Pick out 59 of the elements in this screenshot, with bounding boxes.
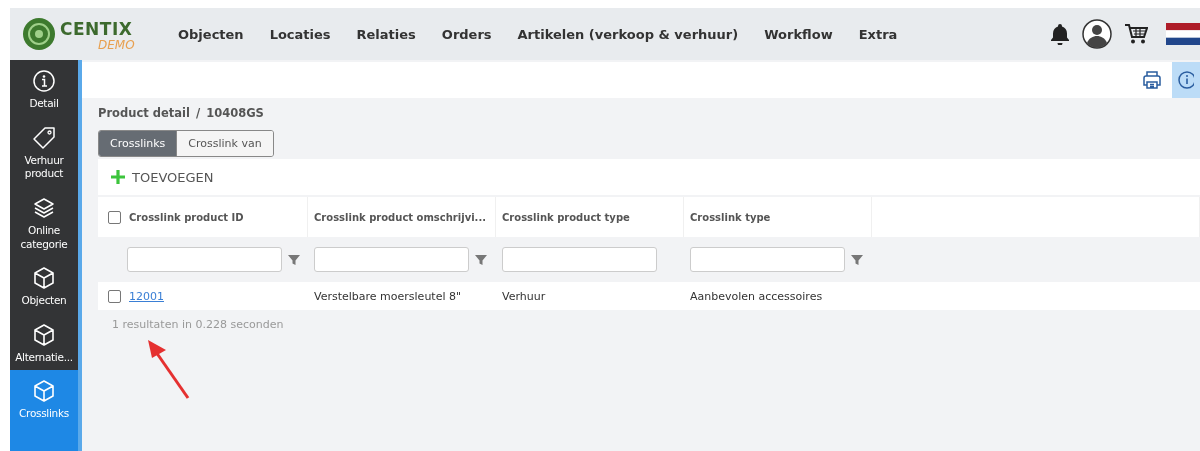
filter-field[interactable] xyxy=(314,247,469,272)
filter-icon[interactable] xyxy=(288,253,300,266)
logo-mark-icon xyxy=(22,17,56,51)
cube-icon xyxy=(32,322,56,347)
column-header[interactable]: Crosslink type xyxy=(690,211,771,223)
layers-icon xyxy=(32,195,56,220)
filter-field[interactable] xyxy=(127,247,282,272)
tag-icon xyxy=(32,125,56,150)
logo-subtext: DEMO xyxy=(98,38,135,52)
info-icon[interactable] xyxy=(1178,71,1194,89)
breadcrumb-link[interactable]: Product detail xyxy=(98,106,190,120)
sidebar-item[interactable]: Crosslinks xyxy=(10,370,78,451)
menu-item[interactable]: Workflow xyxy=(764,26,833,42)
printer-icon[interactable] xyxy=(1142,70,1162,90)
sidebar-label: Detail xyxy=(29,97,59,111)
filter-icon[interactable] xyxy=(851,253,863,266)
filter-icon[interactable] xyxy=(475,253,487,266)
sidebar-item[interactable]: Online categorie xyxy=(10,186,78,258)
menu-item[interactable]: Locaties xyxy=(269,26,331,42)
sidebar-label: Verhuur product xyxy=(23,153,65,181)
plus-icon xyxy=(110,169,126,185)
sidebar-item[interactable]: Alternatie... xyxy=(10,313,78,371)
avatar-icon[interactable] xyxy=(1082,19,1112,49)
table-cell: Aanbevolen accessoires xyxy=(690,289,823,303)
cube-icon xyxy=(32,266,56,291)
breadcrumb-separator: / xyxy=(195,106,201,120)
filter-field[interactable] xyxy=(502,247,657,272)
logo-text: CENTIX xyxy=(60,19,133,39)
bell-icon[interactable] xyxy=(1050,23,1070,45)
tab[interactable]: Crosslinks xyxy=(99,131,177,156)
menu-item[interactable]: Orders xyxy=(441,26,492,42)
sidebar-label: Crosslinks xyxy=(19,407,69,422)
sidebar-label: Online categorie xyxy=(19,223,69,252)
sidebar-label: Objecten xyxy=(21,294,67,308)
filter-field[interactable] xyxy=(690,247,845,272)
menu-item[interactable]: Artikelen (verkoop & verhuur) xyxy=(517,26,739,42)
menu-item[interactable]: Extra xyxy=(858,26,898,42)
table-cell: Verstelbare moersleutel 8" xyxy=(314,289,462,303)
menu-item[interactable]: Relaties xyxy=(356,26,416,42)
menu-item[interactable]: Objecten xyxy=(178,26,244,42)
info-icon xyxy=(32,69,56,93)
result-summary: 1 resultaten in 0.228 seconden xyxy=(112,318,284,331)
cube-icon xyxy=(32,379,56,404)
column-header[interactable]: Crosslink product omschrijvi... xyxy=(314,211,486,223)
sidebar-item[interactable]: Objecten xyxy=(10,257,78,314)
row-checkbox[interactable] xyxy=(108,289,121,303)
add-button[interactable]: TOEVOEGEN xyxy=(110,169,214,185)
sidebar-item[interactable]: Verhuur product xyxy=(10,116,78,187)
breadcrumb-current: 10408GS xyxy=(206,106,264,120)
cart-icon[interactable] xyxy=(1124,23,1148,45)
flag-icon[interactable] xyxy=(1166,23,1200,45)
select-all-checkbox[interactable] xyxy=(108,210,121,224)
product-id-link[interactable]: 12001 xyxy=(129,289,164,303)
table-cell: Verhuur xyxy=(502,289,546,303)
sidebar-item[interactable]: Detail xyxy=(10,60,78,117)
sidebar-label: Alternatie... xyxy=(15,350,73,365)
tab[interactable]: Crosslink van xyxy=(176,131,273,156)
column-header[interactable]: Crosslink product ID xyxy=(129,211,244,223)
column-header[interactable]: Crosslink product type xyxy=(502,211,630,223)
